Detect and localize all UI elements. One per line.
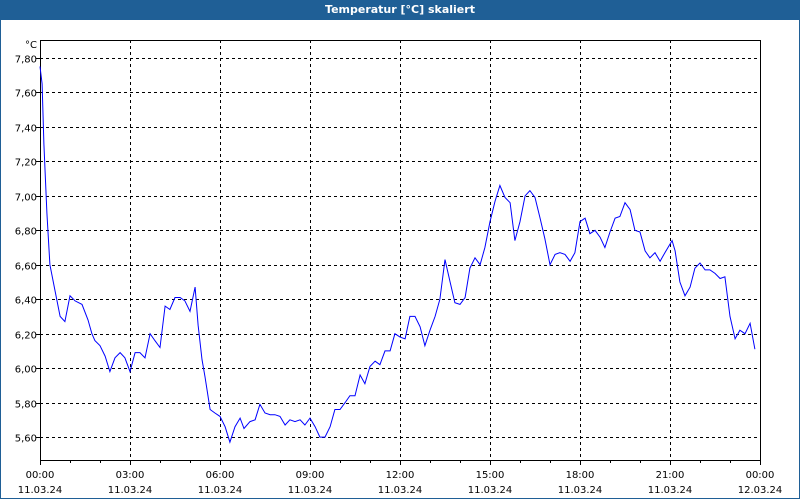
x-tick-date: 12.03.24: [738, 485, 783, 496]
y-tick-label: 6,00: [15, 365, 37, 376]
y-tick-label: 6,80: [15, 227, 37, 238]
y-tick-label: 7,00: [15, 193, 37, 204]
y-axis-unit: °C: [25, 40, 37, 51]
x-tick-time: 00:00: [746, 470, 775, 481]
y-tick-label: 5,60: [15, 434, 37, 445]
x-tick-date: 11.03.24: [558, 485, 603, 496]
x-tick-time: 09:00: [296, 470, 325, 481]
x-tick-time: 06:00: [206, 470, 235, 481]
x-tick-time: 00:00: [26, 470, 55, 481]
x-tick-time: 21:00: [656, 470, 685, 481]
y-tick-label: 6,60: [15, 262, 37, 273]
temperature-line: [39, 66, 756, 444]
x-tick-time: 12:00: [386, 470, 415, 481]
x-tick-date: 11.03.24: [468, 485, 513, 496]
x-tick-date: 11.03.24: [648, 485, 693, 496]
x-tick-date: 11.03.24: [198, 485, 243, 496]
x-tick-time: 18:00: [566, 470, 595, 481]
x-tick-date: 11.03.24: [288, 485, 333, 496]
x-tick-time: 03:00: [116, 470, 145, 481]
x-tick-date: 11.03.24: [108, 485, 153, 496]
temperature-chart: 7,80 7,60 7,40 7,20 7,00 6,80 6,60 6,40 6,20 6,00…: [15, 40, 783, 496]
y-tick-label: 6,40: [15, 296, 37, 307]
y-tick-label: 7,20: [15, 158, 37, 169]
x-tick-date: 11.03.24: [378, 485, 423, 496]
y-tick-label: 7,80: [15, 55, 37, 66]
y-tick-label: 5,80: [15, 400, 37, 411]
x-tick-time: 15:00: [476, 470, 505, 481]
x-tick-date: 11.03.24: [18, 485, 63, 496]
y-tick-label: 6,20: [15, 331, 37, 342]
y-tick-label: 7,40: [15, 124, 37, 135]
y-tick-label: 7,60: [15, 89, 37, 100]
